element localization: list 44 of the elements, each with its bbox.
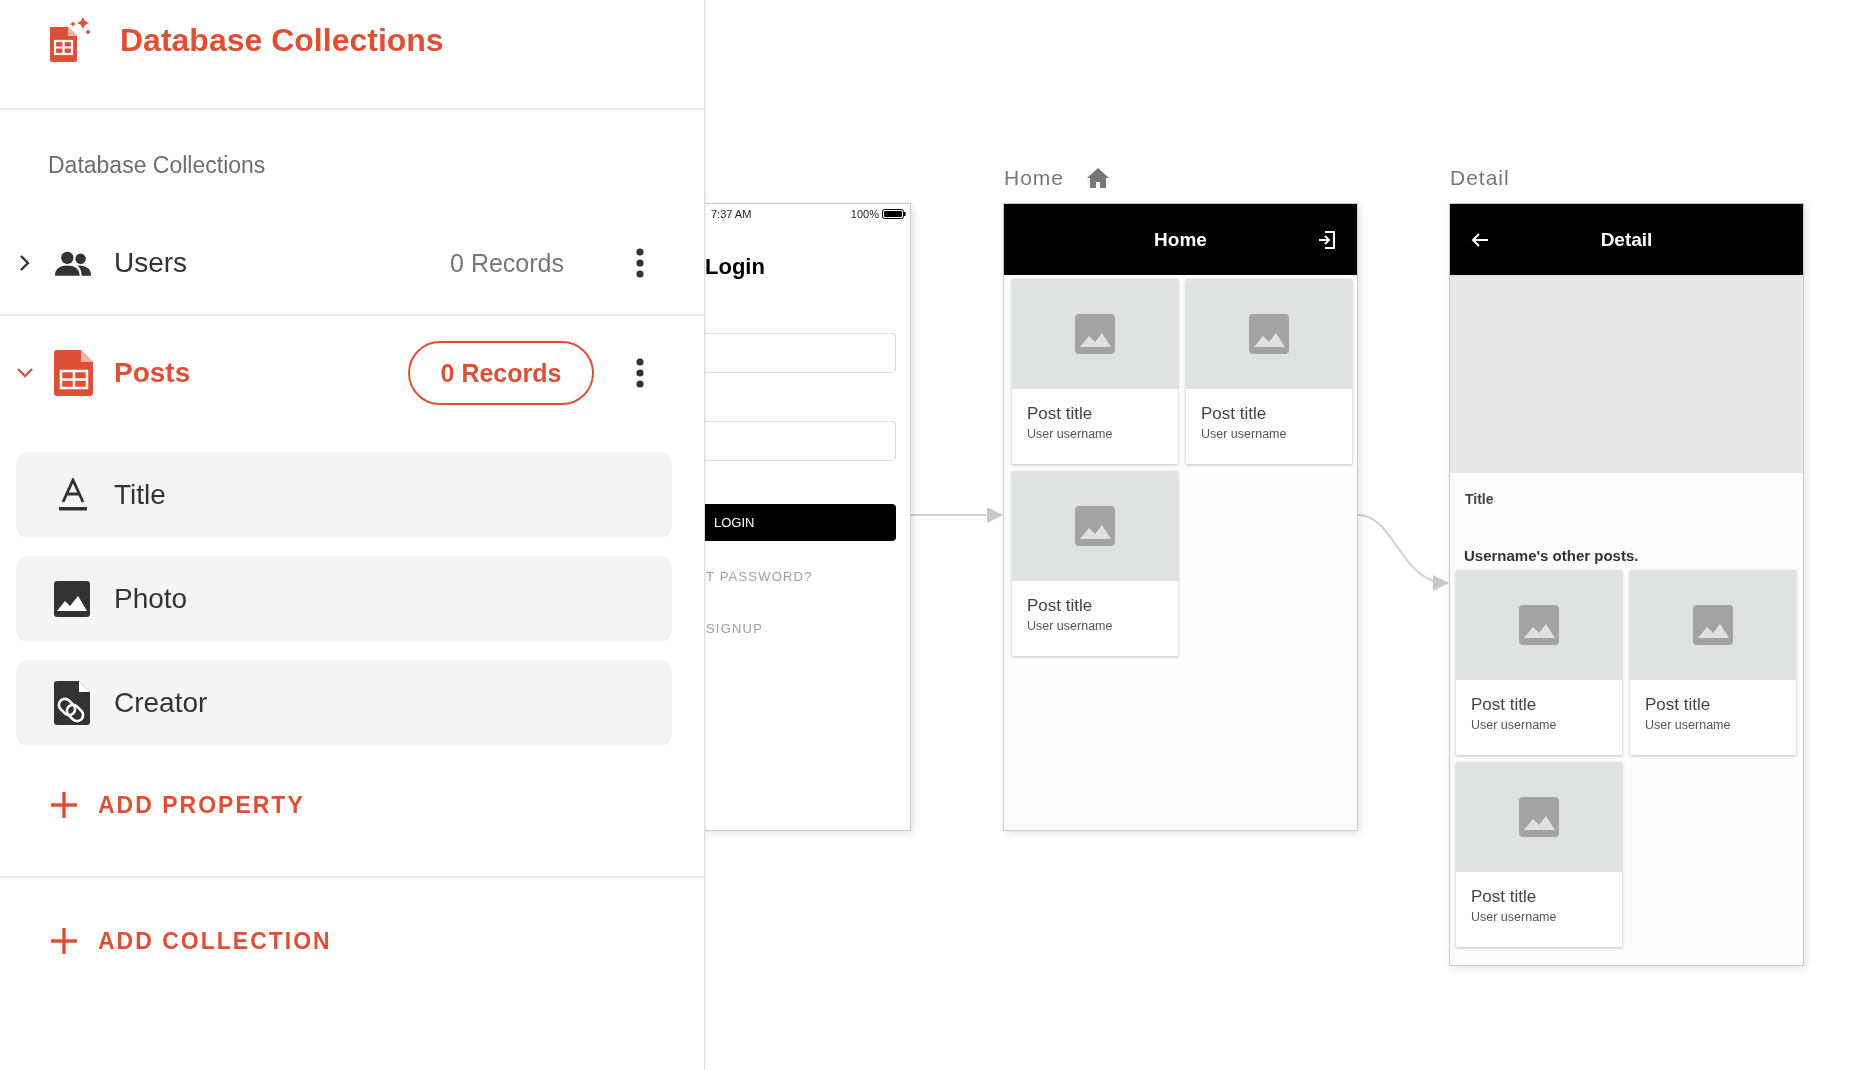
post-title: Post title [1471, 887, 1538, 907]
add-collection-button[interactable]: ADD COLLECTION [50, 926, 332, 956]
post-title: Post title [1027, 404, 1094, 424]
section-heading: Username's other posts. [1463, 546, 1640, 566]
post-author: User username [1471, 910, 1558, 924]
property-row[interactable]: Creator [16, 660, 672, 746]
panel-title: Database Collections [120, 22, 444, 59]
post-author: User username [1027, 619, 1114, 633]
screen-label: Detail [1450, 166, 1510, 190]
property-name: Creator [114, 687, 208, 719]
post-author: User username [1471, 718, 1558, 732]
property-name: Photo [114, 583, 188, 615]
collection-row[interactable]: Users 0 Records [0, 212, 704, 316]
post-card[interactable]: Post title User username [1456, 762, 1622, 947]
post-title: Post title [1645, 695, 1712, 715]
app-bar-title: Home [1154, 228, 1207, 251]
battery-level: 100% [850, 208, 879, 220]
app-bar-title: Detail [1600, 228, 1653, 251]
post-card[interactable]: Post title User username [1012, 279, 1178, 464]
post-title: Post title [1471, 695, 1538, 715]
property-row[interactable]: Title [16, 452, 672, 538]
record-count: 0 Records [450, 248, 564, 278]
section-label: Database Collections [47, 151, 267, 180]
records-button[interactable]: 0 Records [408, 341, 594, 405]
post-title: Post title [1027, 596, 1094, 616]
post-card[interactable]: Post title User username [1456, 570, 1622, 755]
add-property-button[interactable]: ADD PROPERTY [50, 790, 305, 820]
property-name: Title [114, 479, 166, 511]
post-author: User username [1201, 427, 1288, 441]
post-card[interactable]: Post title User username [1186, 279, 1352, 464]
screen-heading: Login [705, 254, 766, 280]
post-author: User username [1027, 427, 1114, 441]
collection-name: Users [114, 247, 189, 279]
collection-row[interactable]: Posts 0 Records [0, 316, 704, 430]
post-author: User username [1645, 718, 1732, 732]
screen-label: Home [1004, 166, 1065, 190]
field-label: Title [1464, 490, 1495, 507]
post-card[interactable]: Post title User username [1012, 471, 1178, 656]
property-row[interactable]: Photo [16, 556, 672, 642]
status-time: 7:37 AM [711, 208, 752, 220]
login-button[interactable]: LOGIN [705, 504, 896, 541]
post-card[interactable]: Post title User username [1630, 570, 1796, 755]
collection-name: Posts [114, 357, 192, 389]
post-title: Post title [1201, 404, 1268, 424]
